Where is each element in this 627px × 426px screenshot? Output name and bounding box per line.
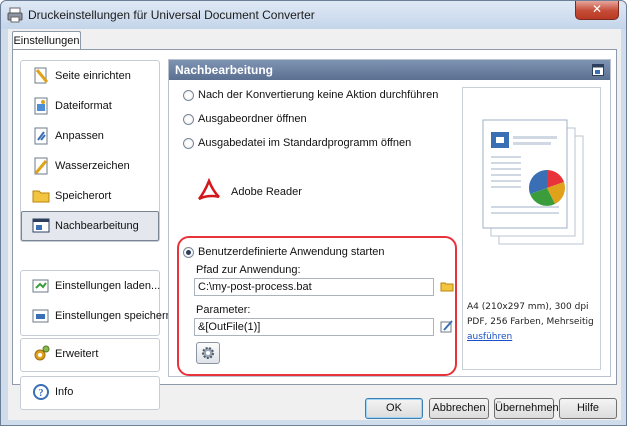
sidebar-item-load-settings[interactable]: Einstellungen laden... xyxy=(21,271,160,301)
preview-type-line: PDF, 256 Farben, Mehrseitig xyxy=(467,317,594,327)
panel-header: Nachbearbeitung xyxy=(169,60,610,80)
postprocess-icon xyxy=(32,218,50,233)
svg-text:?: ? xyxy=(39,388,44,399)
advanced-icon xyxy=(34,345,50,361)
default-program-label: Adobe Reader xyxy=(231,186,302,198)
cancel-button[interactable]: Abbrechen xyxy=(429,398,489,419)
sidebar-item-postprocess[interactable]: Nachbearbeitung xyxy=(21,211,159,241)
ok-button[interactable]: OK xyxy=(365,398,423,419)
document-preview-icon xyxy=(482,119,584,245)
sidebar-item-page-setup[interactable]: Seite einrichten xyxy=(21,61,159,91)
panel-header-icon xyxy=(592,64,604,76)
radio-open-output-folder[interactable] xyxy=(183,113,194,125)
radio-open-default-program[interactable] xyxy=(183,137,194,149)
radio-run-custom-app[interactable] xyxy=(183,246,194,258)
adjust-icon xyxy=(34,127,48,145)
sidebar-item-save-settings[interactable]: Einstellungen speichern... xyxy=(21,301,181,331)
sidebar-item-save-location[interactable]: Speicherort xyxy=(21,181,159,211)
preview-panel: A4 (210x297 mm), 300 dpi PDF, 256 Farben… xyxy=(462,87,601,370)
dialog-window: Druckeinstellungen für Universal Documen… xyxy=(0,0,627,426)
nav-group-advanced: Erweitert xyxy=(20,338,160,372)
tab-einstellungen[interactable]: Einstellungen xyxy=(12,31,81,50)
printer-app-icon xyxy=(7,7,23,23)
gear-icon xyxy=(202,347,214,359)
page-setup-icon xyxy=(34,67,49,84)
save-settings-icon xyxy=(32,309,49,323)
info-icon: ? xyxy=(33,384,49,400)
radio-no-action[interactable] xyxy=(183,89,194,101)
nav-group-info: ? Info xyxy=(20,376,160,410)
panel-title: Nachbearbeitung xyxy=(175,63,274,77)
window-title: Druckeinstellungen für Universal Documen… xyxy=(28,8,315,22)
watermark-icon xyxy=(34,157,48,175)
nav-group-settings: Einstellungen laden... Einstellungen spe… xyxy=(20,270,181,336)
option-run-custom-app[interactable]: Benutzerdefinierte Anwendung starten xyxy=(183,246,385,258)
option-open-default-program[interactable]: Ausgabedatei im Standardprogramm öffnen xyxy=(183,137,411,149)
sidebar-item-advanced[interactable]: Erweitert xyxy=(21,339,159,369)
edit-parameters-icon[interactable] xyxy=(440,319,454,333)
folder-icon xyxy=(32,190,50,203)
option-open-output-folder[interactable]: Ausgabeordner öffnen xyxy=(183,113,307,125)
parameters-label: Parameter: xyxy=(196,304,251,316)
tab-panel: Seite einrichten Dateiformat Anpassen Wa… xyxy=(12,49,617,410)
sidebar-item-watermark[interactable]: Wasserzeichen xyxy=(21,151,159,181)
sidebar-item-file-format[interactable]: Dateiformat xyxy=(21,91,159,121)
client-area: Einstellungen Seite einrichten Dateiform… xyxy=(8,29,621,420)
nav-group-main: Seite einrichten Dateiformat Anpassen Wa… xyxy=(20,60,160,242)
help-button[interactable]: Hilfe xyxy=(559,398,617,419)
app-path-input[interactable]: C:\my-post-process.bat xyxy=(194,278,434,296)
sidebar-item-adjust[interactable]: Anpassen xyxy=(21,121,159,151)
parameters-input[interactable]: &[OutFile(1)] xyxy=(194,318,434,336)
app-path-label: Pfad zur Anwendung: xyxy=(196,264,301,276)
file-format-icon xyxy=(34,97,48,115)
browse-folder-icon[interactable] xyxy=(440,279,454,293)
apply-button[interactable]: Übernehmen xyxy=(494,398,559,419)
preview-format-line: A4 (210x297 mm), 300 dpi xyxy=(467,302,589,312)
preview-run-link[interactable]: ausführen xyxy=(467,332,512,342)
adobe-reader-icon xyxy=(198,178,220,201)
option-no-action[interactable]: Nach der Konvertierung keine Aktion durc… xyxy=(183,89,438,101)
close-button[interactable]: ✕ xyxy=(575,1,619,20)
postprocess-panel: Nachbearbeitung Nach der Konvertierung k… xyxy=(168,59,611,377)
sidebar-item-info[interactable]: ? Info xyxy=(21,377,159,407)
settings-gear-button[interactable] xyxy=(196,342,220,364)
title-bar[interactable]: Druckeinstellungen für Universal Documen… xyxy=(1,1,626,29)
load-settings-icon xyxy=(32,279,49,293)
